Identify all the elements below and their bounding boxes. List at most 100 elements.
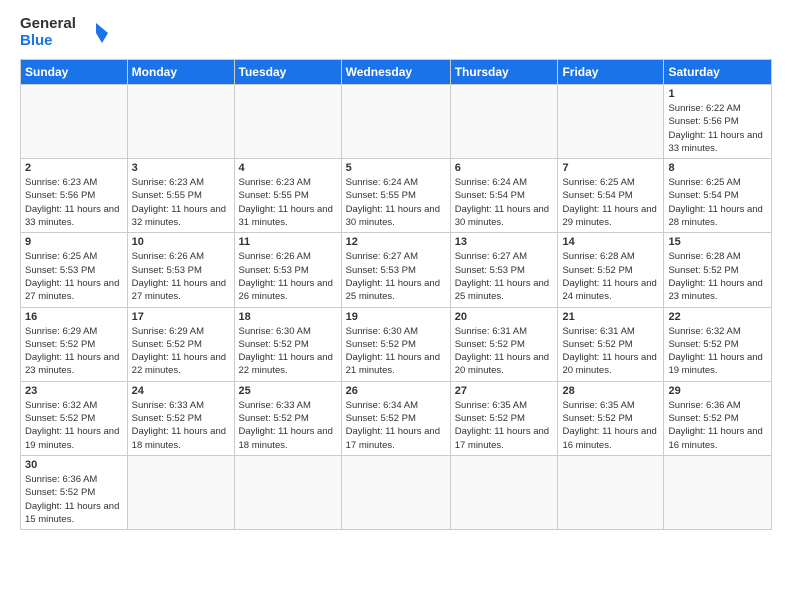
- day-info: Sunrise: 6:23 AM Sunset: 5:55 PM Dayligh…: [239, 176, 337, 229]
- calendar-cell: 18 Sunrise: 6:30 AM Sunset: 5:52 PM Dayli…: [234, 307, 341, 381]
- day-number: 6: [455, 162, 554, 174]
- week-row-3: 16 Sunrise: 6:29 AM Sunset: 5:52 PM Dayli…: [21, 307, 772, 381]
- day-number: 4: [239, 162, 337, 174]
- calendar-cell: 8 Sunrise: 6:25 AM Sunset: 5:54 PM Daylig…: [664, 159, 772, 233]
- calendar-cell: 2 Sunrise: 6:23 AM Sunset: 5:56 PM Daylig…: [21, 159, 128, 233]
- day-info: Sunrise: 6:30 AM Sunset: 5:52 PM Dayligh…: [239, 325, 337, 378]
- day-number: 10: [132, 236, 230, 248]
- calendar-cell: 30 Sunrise: 6:36 AM Sunset: 5:52 PM Dayli…: [21, 455, 128, 529]
- calendar-cell: 25Sunrise: 6:33 AM Sunset: 5:52 PM Dayli…: [234, 381, 341, 455]
- day-info: Sunrise: 6:25 AM Sunset: 5:54 PM Dayligh…: [562, 176, 659, 229]
- day-number: 23: [25, 385, 123, 397]
- calendar-cell: [558, 455, 664, 529]
- calendar-cell: [450, 85, 558, 159]
- week-row-2: 9 Sunrise: 6:25 AM Sunset: 5:53 PM Daylig…: [21, 233, 772, 307]
- day-info: Sunrise: 6:24 AM Sunset: 5:54 PM Dayligh…: [455, 176, 554, 229]
- col-header-tuesday: Tuesday: [234, 60, 341, 85]
- calendar-cell: [127, 85, 234, 159]
- day-info: Sunrise: 6:22 AM Sunset: 5:56 PM Dayligh…: [668, 102, 767, 155]
- day-info: Sunrise: 6:23 AM Sunset: 5:56 PM Dayligh…: [25, 176, 123, 229]
- calendar-cell: 14 Sunrise: 6:28 AM Sunset: 5:52 PM Dayli…: [558, 233, 664, 307]
- day-number: 5: [346, 162, 446, 174]
- calendar-cell: [341, 455, 450, 529]
- day-number: 27: [455, 385, 554, 397]
- logo-general: General: [20, 16, 76, 33]
- calendar-table: SundayMondayTuesdayWednesdayThursdayFrid…: [20, 59, 772, 530]
- calendar-cell: 29 Sunrise: 6:36 AM Sunset: 5:52 PM Dayli…: [664, 381, 772, 455]
- col-header-saturday: Saturday: [664, 60, 772, 85]
- calendar-cell: 28 Sunrise: 6:35 AM Sunset: 5:52 PM Dayli…: [558, 381, 664, 455]
- week-row-1: 2 Sunrise: 6:23 AM Sunset: 5:56 PM Daylig…: [21, 159, 772, 233]
- col-header-wednesday: Wednesday: [341, 60, 450, 85]
- calendar-cell: [341, 85, 450, 159]
- calendar-cell: 12Sunrise: 6:27 AM Sunset: 5:53 PM Dayli…: [341, 233, 450, 307]
- calendar-cell: 11 Sunrise: 6:26 AM Sunset: 5:53 PM Dayli…: [234, 233, 341, 307]
- col-header-friday: Friday: [558, 60, 664, 85]
- calendar-cell: 9 Sunrise: 6:25 AM Sunset: 5:53 PM Daylig…: [21, 233, 128, 307]
- day-number: 12: [346, 236, 446, 248]
- calendar-cell: [450, 455, 558, 529]
- day-number: 21: [562, 311, 659, 323]
- logo-triangle-icon: [82, 19, 110, 47]
- day-info: Sunrise: 6:29 AM Sunset: 5:52 PM Dayligh…: [25, 325, 123, 378]
- day-number: 11: [239, 236, 337, 248]
- day-number: 7: [562, 162, 659, 174]
- col-header-sunday: Sunday: [21, 60, 128, 85]
- day-number: 29: [668, 385, 767, 397]
- calendar-cell: 23 Sunrise: 6:32 AM Sunset: 5:52 PM Dayli…: [21, 381, 128, 455]
- day-number: 25: [239, 385, 337, 397]
- days-of-week-row: SundayMondayTuesdayWednesdayThursdayFrid…: [21, 60, 772, 85]
- day-number: 16: [25, 311, 123, 323]
- day-number: 20: [455, 311, 554, 323]
- week-row-4: 23 Sunrise: 6:32 AM Sunset: 5:52 PM Dayli…: [21, 381, 772, 455]
- calendar-cell: 21 Sunrise: 6:31 AM Sunset: 5:52 PM Dayli…: [558, 307, 664, 381]
- calendar-body: 1 Sunrise: 6:22 AM Sunset: 5:56 PM Daylig…: [21, 85, 772, 530]
- day-info: Sunrise: 6:36 AM Sunset: 5:52 PM Dayligh…: [25, 473, 123, 526]
- day-info: Sunrise: 6:30 AM Sunset: 5:52 PM Dayligh…: [346, 325, 446, 378]
- day-info: Sunrise: 6:34 AM Sunset: 5:52 PM Dayligh…: [346, 399, 446, 452]
- day-info: Sunrise: 6:32 AM Sunset: 5:52 PM Dayligh…: [668, 325, 767, 378]
- day-info: Sunrise: 6:31 AM Sunset: 5:52 PM Dayligh…: [562, 325, 659, 378]
- calendar-cell: 24Sunrise: 6:33 AM Sunset: 5:52 PM Dayli…: [127, 381, 234, 455]
- day-number: 17: [132, 311, 230, 323]
- calendar-cell: 19Sunrise: 6:30 AM Sunset: 5:52 PM Dayli…: [341, 307, 450, 381]
- calendar-cell: [234, 455, 341, 529]
- day-number: 24: [132, 385, 230, 397]
- day-info: Sunrise: 6:27 AM Sunset: 5:53 PM Dayligh…: [455, 250, 554, 303]
- day-info: Sunrise: 6:25 AM Sunset: 5:53 PM Dayligh…: [25, 250, 123, 303]
- day-number: 22: [668, 311, 767, 323]
- calendar-cell: [127, 455, 234, 529]
- day-info: Sunrise: 6:31 AM Sunset: 5:52 PM Dayligh…: [455, 325, 554, 378]
- week-row-5: 30 Sunrise: 6:36 AM Sunset: 5:52 PM Dayli…: [21, 455, 772, 529]
- day-number: 3: [132, 162, 230, 174]
- day-info: Sunrise: 6:28 AM Sunset: 5:52 PM Dayligh…: [562, 250, 659, 303]
- day-info: Sunrise: 6:23 AM Sunset: 5:55 PM Dayligh…: [132, 176, 230, 229]
- day-number: 18: [239, 311, 337, 323]
- calendar-cell: [558, 85, 664, 159]
- day-info: Sunrise: 6:32 AM Sunset: 5:52 PM Dayligh…: [25, 399, 123, 452]
- header: General Blue: [20, 16, 772, 49]
- calendar-cell: [234, 85, 341, 159]
- day-number: 14: [562, 236, 659, 248]
- day-number: 30: [25, 459, 123, 471]
- day-number: 8: [668, 162, 767, 174]
- week-row-0: 1 Sunrise: 6:22 AM Sunset: 5:56 PM Daylig…: [21, 85, 772, 159]
- logo: General Blue: [20, 16, 110, 49]
- day-info: Sunrise: 6:35 AM Sunset: 5:52 PM Dayligh…: [455, 399, 554, 452]
- calendar-cell: 10 Sunrise: 6:26 AM Sunset: 5:53 PM Dayli…: [127, 233, 234, 307]
- calendar-cell: 27 Sunrise: 6:35 AM Sunset: 5:52 PM Dayli…: [450, 381, 558, 455]
- day-number: 9: [25, 236, 123, 248]
- day-number: 2: [25, 162, 123, 174]
- day-info: Sunrise: 6:36 AM Sunset: 5:52 PM Dayligh…: [668, 399, 767, 452]
- day-info: Sunrise: 6:26 AM Sunset: 5:53 PM Dayligh…: [239, 250, 337, 303]
- calendar-cell: 20 Sunrise: 6:31 AM Sunset: 5:52 PM Dayli…: [450, 307, 558, 381]
- day-number: 28: [562, 385, 659, 397]
- day-info: Sunrise: 6:25 AM Sunset: 5:54 PM Dayligh…: [668, 176, 767, 229]
- day-info: Sunrise: 6:26 AM Sunset: 5:53 PM Dayligh…: [132, 250, 230, 303]
- day-number: 1: [668, 88, 767, 100]
- day-number: 13: [455, 236, 554, 248]
- day-info: Sunrise: 6:28 AM Sunset: 5:52 PM Dayligh…: [668, 250, 767, 303]
- logo-blue: Blue: [20, 33, 76, 50]
- day-info: Sunrise: 6:35 AM Sunset: 5:52 PM Dayligh…: [562, 399, 659, 452]
- calendar-cell: 26Sunrise: 6:34 AM Sunset: 5:52 PM Dayli…: [341, 381, 450, 455]
